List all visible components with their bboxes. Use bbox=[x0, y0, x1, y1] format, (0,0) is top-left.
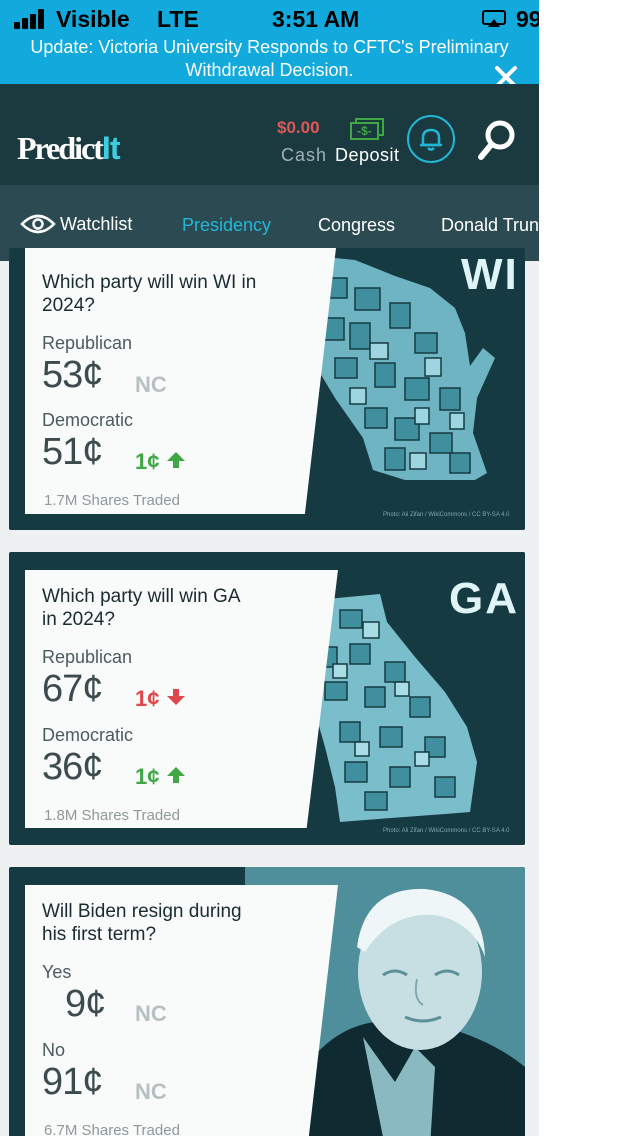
tab-donald-trump[interactable]: Donald Trun bbox=[441, 215, 539, 236]
search-icon[interactable] bbox=[476, 118, 518, 164]
tab-watchlist-label: Watchlist bbox=[60, 213, 133, 234]
option-price: 51¢ bbox=[42, 431, 103, 473]
price-change: 1¢ bbox=[135, 449, 186, 475]
signal-strength-icon bbox=[14, 9, 48, 29]
predictit-app: Visible LTE 3:51 AM 99% Update: Victoria… bbox=[0, 0, 539, 1136]
clock: 3:51 AM bbox=[272, 6, 360, 32]
status-bar: Visible LTE 3:51 AM 99% bbox=[0, 0, 539, 36]
app-header: PredictIt $0.00 Cash -$- Deposit bbox=[0, 84, 539, 185]
tab-congress[interactable]: Congress bbox=[318, 215, 395, 236]
deposit-button[interactable]: Deposit bbox=[335, 145, 400, 166]
option-price: 53¢ bbox=[42, 354, 103, 396]
cash-label[interactable]: Cash bbox=[281, 145, 327, 166]
cash-amount[interactable]: $0.00 bbox=[277, 118, 320, 138]
market-question-line: in 2024? bbox=[42, 609, 115, 630]
option-label: Yes bbox=[42, 962, 72, 982]
price-change: NC bbox=[135, 1001, 167, 1026]
state-label: GA bbox=[449, 574, 519, 623]
option-price: 9¢ bbox=[65, 983, 106, 1025]
predictit-logo[interactable]: PredictIt bbox=[17, 130, 121, 167]
market-question: Which party will win WI in 2024? bbox=[42, 271, 256, 317]
market-question: Which party will win GA in 2024? bbox=[42, 585, 241, 631]
market-question-line: Which party will win WI in bbox=[42, 272, 257, 293]
logo-text-main: Predict bbox=[17, 130, 104, 166]
eye-icon bbox=[20, 214, 56, 234]
market-card[interactable]: Will Biden resign during his first term?… bbox=[9, 867, 525, 1136]
banner-text: Update: Victoria University Responds to … bbox=[30, 37, 509, 80]
tab-watchlist[interactable]: Watchlist bbox=[20, 211, 132, 237]
shares-traded: 1.8M Shares Traded bbox=[44, 807, 180, 824]
carrier-name: Visible bbox=[56, 6, 130, 32]
arrow-down-icon bbox=[166, 689, 185, 705]
market-question-line: Which party will win GA bbox=[42, 586, 241, 607]
option-label: Republican bbox=[42, 647, 133, 667]
announcement-banner[interactable]: Update: Victoria University Responds to … bbox=[0, 36, 539, 88]
price-change: 1¢ bbox=[135, 686, 186, 712]
market-panel: Which party will win WI in 2024? Republi… bbox=[25, 248, 336, 514]
price-change: NC bbox=[135, 372, 167, 397]
market-question-line: his first term? bbox=[42, 924, 157, 945]
market-question-line: 2024? bbox=[42, 295, 95, 316]
market-question: Will Biden resign during his first term? bbox=[42, 900, 242, 946]
option-label: Republican bbox=[42, 333, 133, 353]
money-icon[interactable]: -$- bbox=[350, 118, 384, 140]
option-label: No bbox=[42, 1040, 66, 1060]
photo-credit: Photo: Ali Zifan / WikiCommons / CC BY-S… bbox=[383, 828, 510, 834]
price-change: 1¢ bbox=[135, 764, 186, 790]
battery-percent: 99% bbox=[516, 6, 539, 32]
option-label: Democratic bbox=[42, 725, 134, 745]
price-change-value: 1¢ bbox=[135, 449, 160, 474]
photo-credit: Photo: Ali Zifan / WikiCommons / CC BY-S… bbox=[383, 512, 510, 518]
market-card[interactable]: WI Photo: Ali Zifan / WikiCommons / CC B… bbox=[9, 248, 525, 530]
option-label: Democratic bbox=[42, 410, 134, 430]
state-label: WI bbox=[461, 250, 519, 299]
airplay-icon bbox=[482, 10, 506, 27]
market-question-line: Will Biden resign during bbox=[42, 901, 242, 922]
bell-icon bbox=[419, 128, 443, 151]
arrow-up-icon bbox=[166, 767, 185, 783]
market-panel: Which party will win GA in 2024? Republi… bbox=[25, 570, 338, 828]
price-change-value: 1¢ bbox=[135, 764, 160, 789]
option-price: 67¢ bbox=[42, 668, 103, 710]
shares-traded: 6.7M Shares Traded bbox=[44, 1122, 180, 1136]
tab-presidency[interactable]: Presidency bbox=[182, 215, 271, 236]
option-price: 91¢ bbox=[42, 1061, 103, 1103]
shares-traded: 1.7M Shares Traded bbox=[44, 492, 180, 509]
market-card[interactable]: GA Photo: Ali Zifan / WikiCommons / CC B… bbox=[9, 552, 525, 845]
market-panel: Will Biden resign during his first term?… bbox=[25, 885, 338, 1136]
svg-text:-$-: -$- bbox=[357, 124, 372, 138]
notifications-button[interactable] bbox=[407, 115, 455, 163]
logo-text-accent: It bbox=[101, 130, 121, 166]
option-price: 36¢ bbox=[42, 746, 103, 788]
price-change-value: 1¢ bbox=[135, 686, 160, 711]
network-type: LTE bbox=[157, 6, 199, 32]
price-change: NC bbox=[135, 1079, 167, 1104]
arrow-up-icon bbox=[166, 452, 185, 468]
